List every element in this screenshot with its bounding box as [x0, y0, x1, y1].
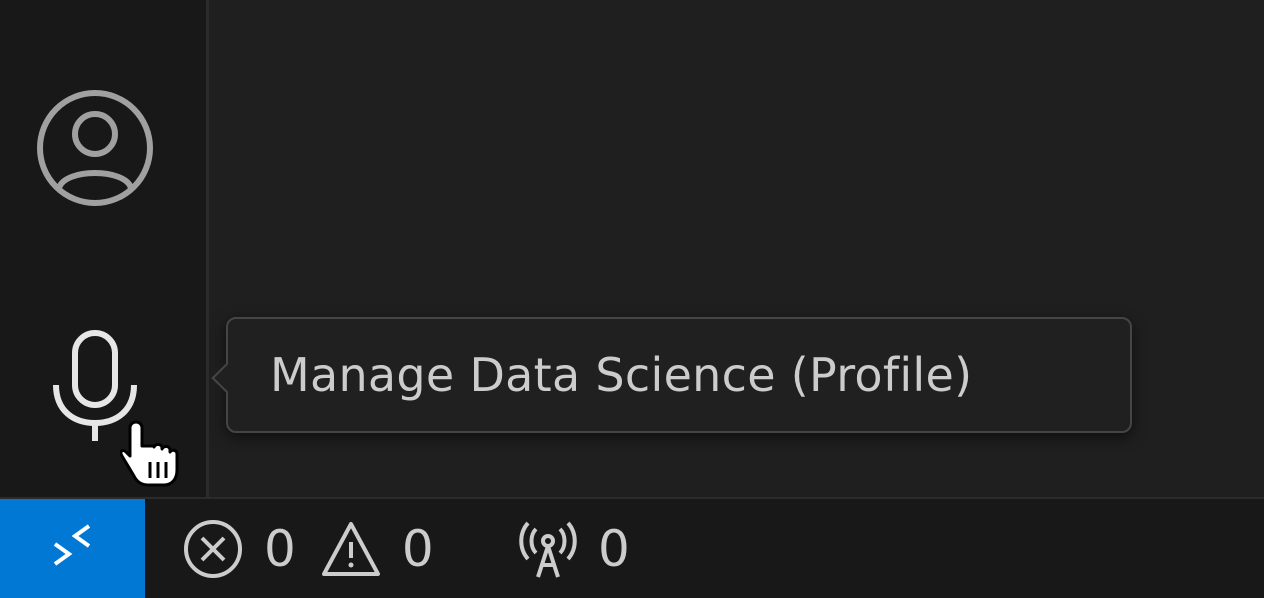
microphone-icon — [53, 330, 137, 441]
warning-icon — [321, 521, 380, 576]
accounts-button[interactable] — [0, 82, 190, 214]
vscode-window: Manage Data Science (Profile) 0 0 0 — [0, 0, 1264, 598]
ports-count: 0 — [598, 519, 630, 578]
tooltip: Manage Data Science (Profile) — [211, 317, 1132, 433]
tooltip-text: Manage Data Science (Profile) — [270, 348, 973, 402]
remote-indicator-button[interactable] — [0, 499, 145, 598]
ports-status[interactable]: 0 — [518, 499, 654, 598]
warning-count: 0 — [401, 519, 434, 578]
remote-indicator-icon — [53, 523, 90, 566]
problems-status[interactable]: 0 0 — [182, 499, 458, 598]
broadcast-icon — [519, 521, 577, 578]
error-count: 0 — [264, 519, 296, 578]
error-icon — [184, 519, 242, 578]
status-bar: 0 0 0 — [0, 497, 1264, 598]
activity-bar — [0, 0, 209, 497]
account-icon — [37, 90, 153, 206]
microphone-button[interactable] — [0, 318, 190, 448]
